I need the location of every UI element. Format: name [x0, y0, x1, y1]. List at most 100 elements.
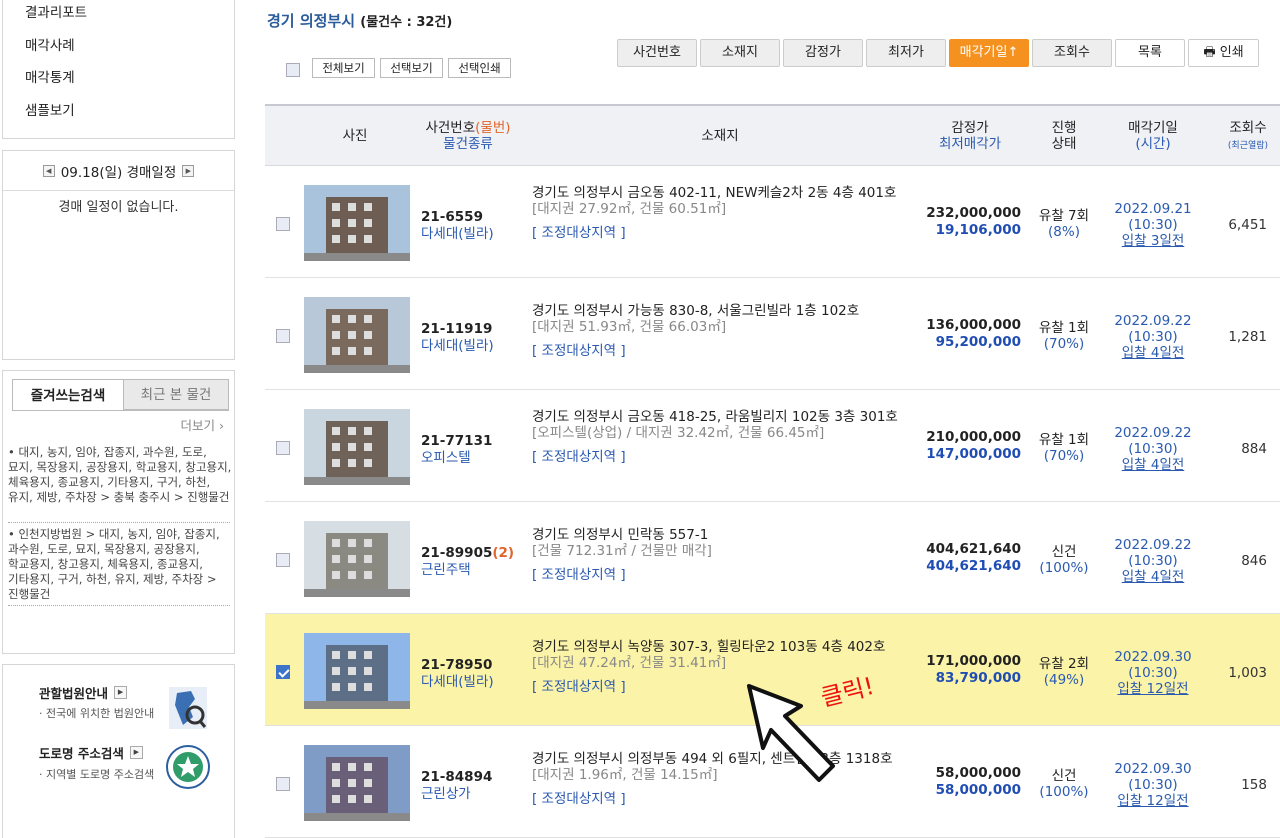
table-header: 사진 사건번호(물번) 물건종류 소재지 감정가 최저매각가 진행 상태 매각기일(…: [265, 104, 1280, 166]
more-link[interactable]: 더보기 ›: [181, 415, 225, 434]
header-views: 조회수 (최근열람): [1227, 120, 1269, 151]
favorite-entry[interactable]: • 인천지방법원 > 대지, 농지, 임야, 잡종지, 과수원, 도로, 묘지,…: [8, 527, 233, 602]
row-checkbox[interactable]: [276, 217, 290, 231]
sort-case-number-button[interactable]: 사건번호: [617, 39, 697, 67]
price-info: 171,000,000 83,790,000: [926, 653, 1021, 686]
print-button[interactable]: 🖶 인쇄: [1188, 39, 1259, 67]
next-day-icon[interactable]: ▶: [182, 164, 195, 177]
sale-date: 2022.09.22 (10:30) 입찰 4일전: [1114, 537, 1192, 585]
progress-status: 유찰 2회 (49%): [1038, 656, 1090, 688]
header-status: 진행 상태: [1051, 120, 1077, 152]
favorite-entry[interactable]: • 대지, 농지, 임야, 잡종지, 과수원, 도로, 묘지, 목장용지, 공장…: [8, 445, 233, 505]
view-count: 158: [1241, 777, 1267, 793]
item-count: (물건수 : 32건): [360, 15, 453, 30]
property-photo[interactable]: [304, 185, 410, 261]
property-photo[interactable]: [304, 297, 410, 373]
progress-status: 유찰 1회 (70%): [1038, 432, 1090, 464]
view-count: 884: [1241, 441, 1267, 457]
header-case: 사건번호(물번) 물건종류: [425, 120, 511, 152]
property-photo[interactable]: [304, 633, 410, 709]
schedule-empty-text: 경매 일정이 없습니다.: [58, 200, 179, 215]
progress-status: 유찰 7회 (8%): [1038, 208, 1090, 240]
sale-date: 2022.09.22 (10:30) 입찰 4일전: [1114, 425, 1192, 473]
court-guide-desc: · 전국에 위치한 법원안내: [39, 707, 155, 720]
print-selected-button[interactable]: 선택인쇄: [448, 58, 511, 78]
page-title: 경기 의정부시 (물건수 : 32건): [267, 12, 453, 30]
case-info[interactable]: 21-78950 다세대(빌라): [421, 657, 531, 691]
select-all-checkbox[interactable]: [286, 63, 300, 77]
property-address[interactable]: 경기도 의정부시 금오동 418-25, 라움빌리지 102동 3층 301호 …: [532, 409, 912, 465]
road-address-desc: · 지역별 도로명 주소검색: [39, 768, 155, 781]
zone-tag: [ 조정대상지역 ]: [532, 567, 626, 583]
sale-date: 2022.09.30 (10:30) 입찰 12일전: [1114, 649, 1192, 697]
schedule-header: ◀ 09.18(일) 경매일정 ▶: [3, 151, 234, 191]
sort-location-button[interactable]: 소재지: [700, 39, 780, 67]
menu-item-sale-stats[interactable]: 매각통계: [25, 66, 75, 86]
zone-tag: [ 조정대상지역 ]: [532, 225, 626, 241]
progress-status: 신건 (100%): [1039, 544, 1089, 576]
property-address[interactable]: 경기도 의정부시 가능동 830-8, 서울그린빌라 1층 102호 [대지권 …: [532, 303, 912, 359]
menu-item-result-report[interactable]: 결과리포트: [25, 1, 87, 21]
progress-status: 유찰 1회 (70%): [1038, 320, 1090, 352]
case-info[interactable]: 21-6559 다세대(빌라): [421, 209, 531, 243]
price-info: 136,000,000 95,200,000: [926, 317, 1021, 350]
tab-recent-items[interactable]: 최근 본 물건: [123, 379, 229, 410]
schedule-date: 09.18(일) 경매일정: [60, 164, 177, 181]
sort-views-button[interactable]: 조회수: [1032, 39, 1112, 67]
view-count: 846: [1241, 553, 1267, 569]
row-checkbox[interactable]: [276, 553, 290, 567]
government-seal-icon: [166, 745, 210, 789]
row-checkbox[interactable]: [276, 665, 290, 679]
table-row[interactable]: 21-89905(2) 근린주택 경기도 의정부시 민락동 557-1 [건물 …: [265, 502, 1280, 614]
case-info[interactable]: 21-89905(2) 근린주택: [421, 545, 531, 579]
table-row[interactable]: 21-11919 다세대(빌라) 경기도 의정부시 가능동 830-8, 서울그…: [265, 278, 1280, 390]
zone-tag: [ 조정대상지역 ]: [532, 343, 626, 359]
korea-map-icon: [169, 687, 207, 729]
property-address[interactable]: 경기도 의정부시 의정부동 494 외 6필지, 센트럴 13층 1318호 […: [532, 751, 912, 807]
zone-tag: [ 조정대상지역 ]: [532, 791, 626, 807]
chevron-right-icon: ›: [219, 418, 224, 433]
view-all-button[interactable]: 전체보기: [312, 58, 375, 78]
case-info[interactable]: 21-77131 오피스텔: [421, 433, 531, 467]
table-row[interactable]: 21-6559 다세대(빌라) 경기도 의정부시 금오동 402-11, NEW…: [265, 166, 1280, 278]
property-photo[interactable]: [304, 745, 410, 821]
view-count: 6,451: [1228, 217, 1267, 233]
view-count: 1,003: [1228, 665, 1267, 681]
sale-date: 2022.09.21 (10:30) 입찰 3일전: [1114, 201, 1192, 249]
list-button[interactable]: 목록: [1115, 39, 1185, 67]
tab-favorite-search[interactable]: 즐겨쓰는검색: [12, 379, 124, 411]
price-info: 58,000,000 58,000,000: [935, 765, 1021, 798]
prev-day-icon[interactable]: ◀: [42, 164, 55, 177]
menu-item-sale-cases[interactable]: 매각사례: [25, 34, 75, 54]
property-address[interactable]: 경기도 의정부시 민락동 557-1 [건물 712.31㎡ / 건물만 매각]…: [532, 527, 912, 583]
favorite-search-panel: 즐겨쓰는검색 최근 본 물건 더보기 › • 대지, 농지, 임야, 잡종지, …: [2, 370, 235, 654]
sort-appraisal-button[interactable]: 감정가: [783, 39, 863, 67]
sale-date: 2022.09.30 (10:30) 입찰 12일전: [1114, 761, 1192, 809]
header-sale-date: 매각기일 (시간): [1128, 120, 1178, 152]
menu-item-sample[interactable]: 샘플보기: [25, 99, 75, 119]
road-address-search-link[interactable]: 도로명 주소검색 ▶: [39, 743, 143, 762]
header-price: 감정가 최저매각가: [938, 120, 1002, 152]
row-checkbox[interactable]: [276, 777, 290, 791]
info-panel: 관할법원안내 ▶ · 전국에 위치한 법원안내 도로명 주소검색 ▶ · 지역별…: [2, 664, 235, 838]
view-selected-button[interactable]: 선택보기: [380, 58, 443, 78]
price-info: 210,000,000 147,000,000: [926, 429, 1021, 462]
property-photo[interactable]: [304, 521, 410, 597]
property-photo[interactable]: [304, 409, 410, 485]
row-checkbox[interactable]: [276, 441, 290, 455]
arrow-right-icon: ▶: [129, 746, 143, 759]
progress-status: 신건 (100%): [1039, 768, 1089, 800]
row-checkbox[interactable]: [276, 329, 290, 343]
case-info[interactable]: 21-84894 근린상가: [421, 769, 531, 803]
table-row[interactable]: 21-77131 오피스텔 경기도 의정부시 금오동 418-25, 라움빌리지…: [265, 390, 1280, 502]
court-guide-link[interactable]: 관할법원안내 ▶: [39, 683, 128, 702]
sort-minimum-price-button[interactable]: 최저가: [866, 39, 946, 67]
case-info[interactable]: 21-11919 다세대(빌라): [421, 321, 531, 355]
printer-icon: 🖶: [1203, 45, 1216, 60]
view-count: 1,281: [1228, 329, 1267, 345]
price-info: 232,000,000 19,106,000: [926, 205, 1021, 238]
arrow-right-icon: ▶: [114, 686, 128, 699]
property-address[interactable]: 경기도 의정부시 금오동 402-11, NEW케슬2차 2동 4층 401호 …: [532, 185, 912, 241]
zone-tag: [ 조정대상지역 ]: [532, 449, 626, 465]
sort-sale-date-button[interactable]: 매각기일↑: [949, 39, 1029, 67]
